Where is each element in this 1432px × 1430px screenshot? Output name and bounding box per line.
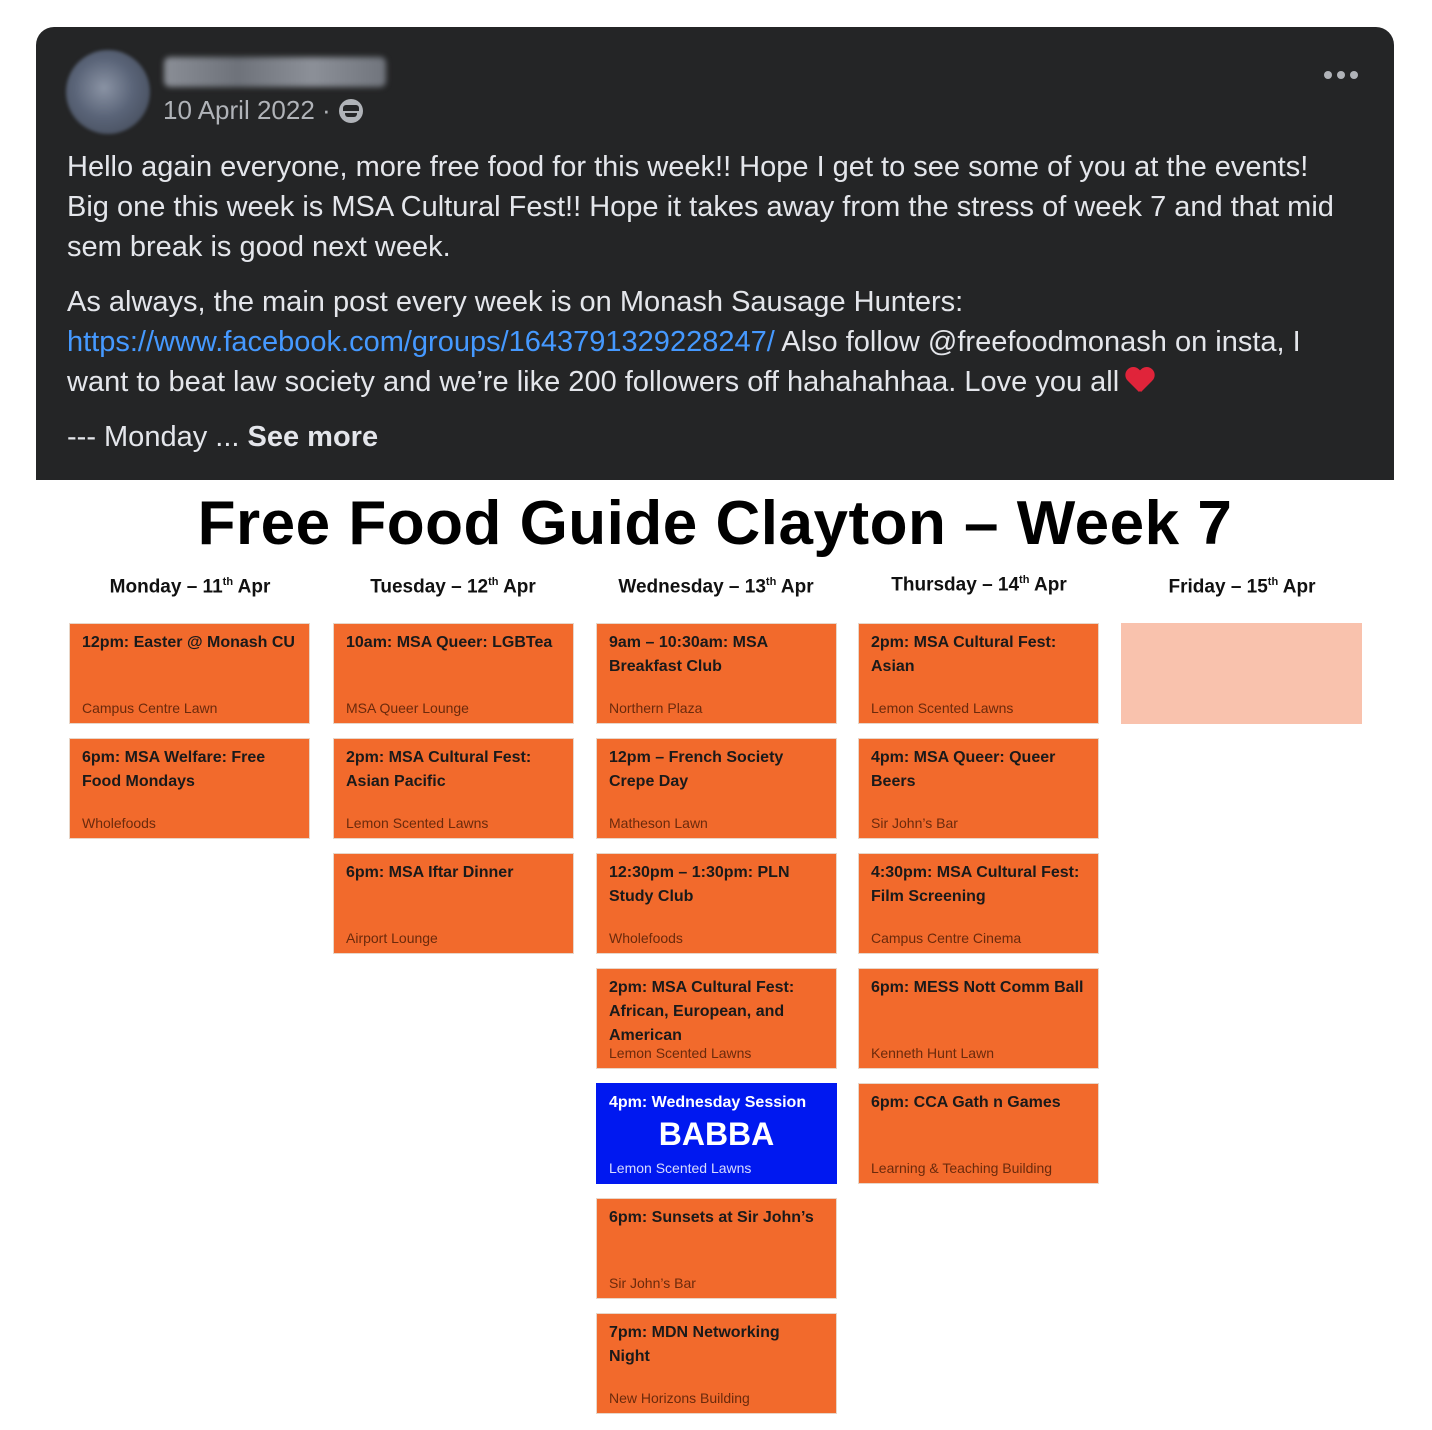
- post-meta: 10 April 2022 ·: [163, 95, 363, 126]
- day-header-monday: Monday – 11th Apr: [109, 576, 271, 598]
- day-header-tuesday: Tuesday – 12th Apr: [370, 576, 536, 598]
- event-card-empty: [1121, 623, 1362, 724]
- day-header-thursday: Thursday – 14th Apr: [891, 574, 1067, 596]
- post-paragraph-3: --- Monday ... See more: [67, 421, 379, 453]
- wednesday-column: 9am – 10:30am: MSA Breakfast Club Norther…: [596, 623, 837, 1428]
- post-paragraph-1: Hello again everyone, more free food for…: [67, 151, 1334, 263]
- post-body: Hello again everyone, more free food for…: [67, 147, 1357, 472]
- event-card: 12:30pm – 1:30pm: PLN Study Club Wholefoo…: [596, 853, 837, 954]
- event-card: 2pm: MSA Cultural Fest: Asian Pacific Lem…: [333, 738, 574, 839]
- event-card: 6pm: MESS Nott Comm Ball Kenneth Hunt Law…: [858, 968, 1099, 1069]
- thursday-column: 2pm: MSA Cultural Fest: Asian Lemon Scent…: [858, 623, 1099, 1198]
- see-more-link[interactable]: See more: [248, 421, 379, 453]
- babba-label: BABBA: [658, 1116, 775, 1152]
- event-card: 6pm: MSA Welfare: Free Food Mondays Whole…: [69, 738, 310, 839]
- post-image-flyer[interactable]: Free Food Guide Clayton – Week 7 Monday …: [36, 480, 1394, 1430]
- event-card: 7pm: MDN Networking Night New Horizons Bu…: [596, 1313, 837, 1414]
- post-paragraph-2: As always, the main post every week is o…: [67, 286, 1301, 398]
- event-card: 12pm: Easter @ Monash CU Campus Centre La…: [69, 623, 310, 724]
- day-header-friday: Friday – 15th Apr: [1168, 576, 1316, 598]
- day-header-wednesday: Wednesday – 13th Apr: [618, 576, 814, 598]
- event-card: 9am – 10:30am: MSA Breakfast Club Norther…: [596, 623, 837, 724]
- event-card: 2pm: MSA Cultural Fest: African, Europea…: [596, 968, 837, 1069]
- event-card: 4pm: MSA Queer: Queer Beers Sir John’s Ba…: [858, 738, 1099, 839]
- event-card: 6pm: CCA Gath n Games Learning & Teaching…: [858, 1083, 1099, 1184]
- avatar[interactable]: [66, 50, 150, 134]
- more-options-icon[interactable]: [1324, 71, 1358, 79]
- facebook-post: 10 April 2022 · Hello again everyone, mo…: [36, 27, 1394, 480]
- friday-column: [1121, 623, 1362, 738]
- post-date[interactable]: 10 April 2022 ·: [163, 95, 331, 126]
- event-card: 6pm: Sunsets at Sir John’s Sir John’s Bar: [596, 1198, 837, 1299]
- event-card: 6pm: MSA Iftar Dinner Airport Lounge: [333, 853, 574, 954]
- event-card-highlight: 4pm: Wednesday Session BABBA Lemon Scented…: [596, 1083, 837, 1184]
- tuesday-column: 10am: MSA Queer: LGBTea MSA Queer Lounge …: [333, 623, 574, 968]
- author-name-blurred[interactable]: [164, 57, 386, 87]
- globe-icon[interactable]: [338, 98, 363, 123]
- flyer-title: Free Food Guide Clayton – Week 7: [197, 489, 1233, 558]
- event-card: 4:30pm: MSA Cultural Fest: Film Screenin…: [858, 853, 1099, 954]
- group-link[interactable]: https://www.facebook.com/groups/16437913…: [67, 326, 775, 358]
- event-card: 2pm: MSA Cultural Fest: Asian Lemon Scent…: [858, 623, 1099, 724]
- heart-emoji-icon: [1125, 368, 1153, 394]
- event-card: 10am: MSA Queer: LGBTea MSA Queer Lounge: [333, 623, 574, 724]
- monday-column: 12pm: Easter @ Monash CU Campus Centre La…: [69, 623, 310, 853]
- event-card: 12pm – French Society Crepe Day Matheson …: [596, 738, 837, 839]
